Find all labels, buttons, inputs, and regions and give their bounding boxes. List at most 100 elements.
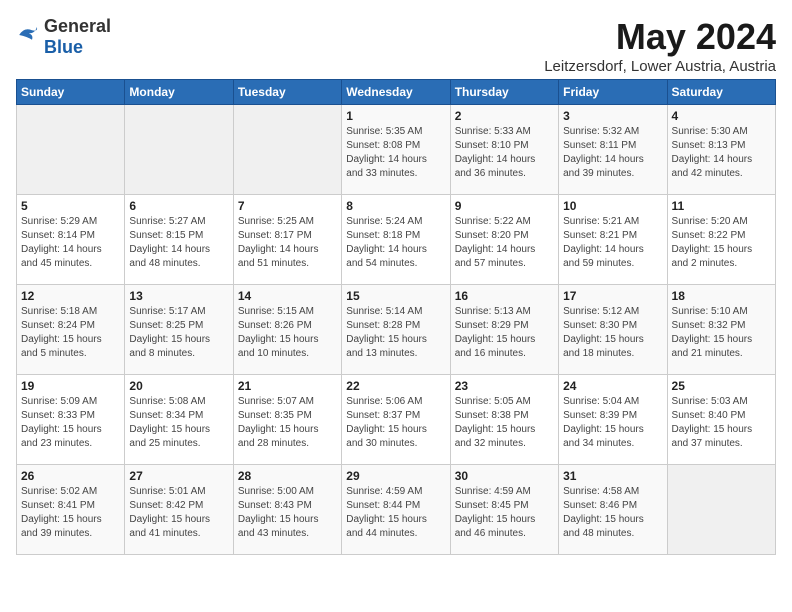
day-info: Sunrise: 5:27 AM Sunset: 8:15 PM Dayligh… — [129, 215, 228, 271]
day-info: Sunrise: 5:10 AM Sunset: 8:32 PM Dayligh… — [672, 305, 771, 361]
week-row-2: 5 Sunrise: 5:29 AM Sunset: 8:14 PM Daylig… — [17, 195, 776, 285]
day-number: 20 — [129, 379, 228, 393]
day-number: 18 — [672, 289, 771, 303]
day-cell: 17 Sunrise: 5:12 AM Sunset: 8:30 PM Dayli… — [559, 285, 667, 375]
calendar-body: 1Sunrise: 5:35 AM Sunset: 8:08 PM Daylig… — [17, 105, 776, 555]
day-cell: 11 Sunrise: 5:20 AM Sunset: 8:22 PM Dayli… — [667, 195, 775, 285]
day-info: Sunrise: 5:35 AM Sunset: 8:08 PM Dayligh… — [346, 125, 445, 181]
day-number: 17 — [563, 289, 662, 303]
week-row-4: 19 Sunrise: 5:09 AM Sunset: 8:33 PM Dayli… — [17, 375, 776, 465]
logo-general: General — [44, 16, 111, 36]
day-cell: 14 Sunrise: 5:15 AM Sunset: 8:26 PM Dayli… — [233, 285, 341, 375]
day-number: 19 — [21, 379, 120, 393]
day-cell — [17, 105, 125, 195]
day-number: 12 — [21, 289, 120, 303]
header-cell-monday: Monday — [125, 80, 233, 105]
day-info: Sunrise: 5:30 AM Sunset: 8:13 PM Dayligh… — [672, 125, 771, 181]
week-row-3: 12Sunrise: 5:18 AM Sunset: 8:24 PM Dayli… — [17, 285, 776, 375]
day-cell: 28 Sunrise: 5:00 AM Sunset: 8:43 PM Dayli… — [233, 465, 341, 555]
day-info: Sunrise: 4:58 AM Sunset: 8:46 PM Dayligh… — [563, 485, 662, 541]
title-block: May 2024 Leitzersdorf, Lower Austria, Au… — [544, 16, 776, 75]
day-info: Sunrise: 5:02 AM Sunset: 8:41 PM Dayligh… — [21, 485, 120, 541]
day-cell: 8Sunrise: 5:24 AM Sunset: 8:18 PM Daylig… — [342, 195, 450, 285]
day-cell: 15 Sunrise: 5:14 AM Sunset: 8:28 PM Dayli… — [342, 285, 450, 375]
logo-blue: Blue — [44, 37, 83, 57]
day-cell: 23 Sunrise: 5:05 AM Sunset: 8:38 PM Dayli… — [450, 375, 558, 465]
day-cell: 9 Sunrise: 5:22 AM Sunset: 8:20 PM Daylig… — [450, 195, 558, 285]
day-cell: 13 Sunrise: 5:17 AM Sunset: 8:25 PM Dayli… — [125, 285, 233, 375]
week-row-5: 26Sunrise: 5:02 AM Sunset: 8:41 PM Dayli… — [17, 465, 776, 555]
day-info: Sunrise: 5:13 AM Sunset: 8:29 PM Dayligh… — [455, 305, 554, 361]
header-cell-saturday: Saturday — [667, 80, 775, 105]
day-cell — [125, 105, 233, 195]
day-number: 23 — [455, 379, 554, 393]
day-info: Sunrise: 5:03 AM Sunset: 8:40 PM Dayligh… — [672, 395, 771, 451]
day-cell: 5 Sunrise: 5:29 AM Sunset: 8:14 PM Daylig… — [17, 195, 125, 285]
day-info: Sunrise: 5:14 AM Sunset: 8:28 PM Dayligh… — [346, 305, 445, 361]
day-cell: 22Sunrise: 5:06 AM Sunset: 8:37 PM Dayli… — [342, 375, 450, 465]
header-cell-thursday: Thursday — [450, 80, 558, 105]
day-number: 31 — [563, 469, 662, 483]
day-cell: 4Sunrise: 5:30 AM Sunset: 8:13 PM Daylig… — [667, 105, 775, 195]
day-info: Sunrise: 4:59 AM Sunset: 8:44 PM Dayligh… — [346, 485, 445, 541]
logo: General Blue — [16, 16, 111, 58]
day-number: 10 — [563, 199, 662, 213]
day-number: 15 — [346, 289, 445, 303]
day-number: 27 — [129, 469, 228, 483]
day-cell: 7 Sunrise: 5:25 AM Sunset: 8:17 PM Daylig… — [233, 195, 341, 285]
day-number: 13 — [129, 289, 228, 303]
day-number: 30 — [455, 469, 554, 483]
day-number: 16 — [455, 289, 554, 303]
day-cell: 25 Sunrise: 5:03 AM Sunset: 8:40 PM Dayli… — [667, 375, 775, 465]
header-cell-wednesday: Wednesday — [342, 80, 450, 105]
day-number: 3 — [563, 109, 662, 123]
day-cell: 26Sunrise: 5:02 AM Sunset: 8:41 PM Dayli… — [17, 465, 125, 555]
day-cell: 18 Sunrise: 5:10 AM Sunset: 8:32 PM Dayli… — [667, 285, 775, 375]
header-cell-friday: Friday — [559, 80, 667, 105]
week-row-1: 1Sunrise: 5:35 AM Sunset: 8:08 PM Daylig… — [17, 105, 776, 195]
day-cell — [233, 105, 341, 195]
day-cell: 10 Sunrise: 5:21 AM Sunset: 8:21 PM Dayli… — [559, 195, 667, 285]
day-number: 28 — [238, 469, 337, 483]
calendar-table: SundayMondayTuesdayWednesdayThursdayFrid… — [16, 79, 776, 555]
day-number: 5 — [21, 199, 120, 213]
day-info: Sunrise: 5:32 AM Sunset: 8:11 PM Dayligh… — [563, 125, 662, 181]
day-cell: 2Sunrise: 5:33 AM Sunset: 8:10 PM Daylig… — [450, 105, 558, 195]
day-info: Sunrise: 5:06 AM Sunset: 8:37 PM Dayligh… — [346, 395, 445, 451]
day-number: 6 — [129, 199, 228, 213]
day-info: Sunrise: 5:09 AM Sunset: 8:33 PM Dayligh… — [21, 395, 120, 451]
day-number: 25 — [672, 379, 771, 393]
day-number: 8 — [346, 199, 445, 213]
day-info: Sunrise: 5:08 AM Sunset: 8:34 PM Dayligh… — [129, 395, 228, 451]
day-info: Sunrise: 5:25 AM Sunset: 8:17 PM Dayligh… — [238, 215, 337, 271]
day-info: Sunrise: 5:29 AM Sunset: 8:14 PM Dayligh… — [21, 215, 120, 271]
day-number: 14 — [238, 289, 337, 303]
day-number: 21 — [238, 379, 337, 393]
day-cell: 1Sunrise: 5:35 AM Sunset: 8:08 PM Daylig… — [342, 105, 450, 195]
day-number: 29 — [346, 469, 445, 483]
calendar-header-row: SundayMondayTuesdayWednesdayThursdayFrid… — [17, 80, 776, 105]
page-title: May 2024 — [544, 16, 776, 58]
day-cell: 30Sunrise: 4:59 AM Sunset: 8:45 PM Dayli… — [450, 465, 558, 555]
logo-icon — [16, 25, 40, 50]
day-info: Sunrise: 5:12 AM Sunset: 8:30 PM Dayligh… — [563, 305, 662, 361]
day-info: Sunrise: 5:07 AM Sunset: 8:35 PM Dayligh… — [238, 395, 337, 451]
day-info: Sunrise: 5:00 AM Sunset: 8:43 PM Dayligh… — [238, 485, 337, 541]
day-cell: 27Sunrise: 5:01 AM Sunset: 8:42 PM Dayli… — [125, 465, 233, 555]
day-cell — [667, 465, 775, 555]
day-info: Sunrise: 5:22 AM Sunset: 8:20 PM Dayligh… — [455, 215, 554, 271]
day-number: 7 — [238, 199, 337, 213]
day-cell: 24Sunrise: 5:04 AM Sunset: 8:39 PM Dayli… — [559, 375, 667, 465]
day-number: 9 — [455, 199, 554, 213]
day-info: Sunrise: 5:05 AM Sunset: 8:38 PM Dayligh… — [455, 395, 554, 451]
day-info: Sunrise: 5:15 AM Sunset: 8:26 PM Dayligh… — [238, 305, 337, 361]
day-cell: 3 Sunrise: 5:32 AM Sunset: 8:11 PM Daylig… — [559, 105, 667, 195]
logo-text: General Blue — [44, 16, 111, 58]
day-info: Sunrise: 5:17 AM Sunset: 8:25 PM Dayligh… — [129, 305, 228, 361]
day-number: 11 — [672, 199, 771, 213]
day-cell: 20 Sunrise: 5:08 AM Sunset: 8:34 PM Dayli… — [125, 375, 233, 465]
header-cell-sunday: Sunday — [17, 80, 125, 105]
day-info: Sunrise: 5:21 AM Sunset: 8:21 PM Dayligh… — [563, 215, 662, 271]
day-info: Sunrise: 5:20 AM Sunset: 8:22 PM Dayligh… — [672, 215, 771, 271]
day-info: Sunrise: 5:33 AM Sunset: 8:10 PM Dayligh… — [455, 125, 554, 181]
